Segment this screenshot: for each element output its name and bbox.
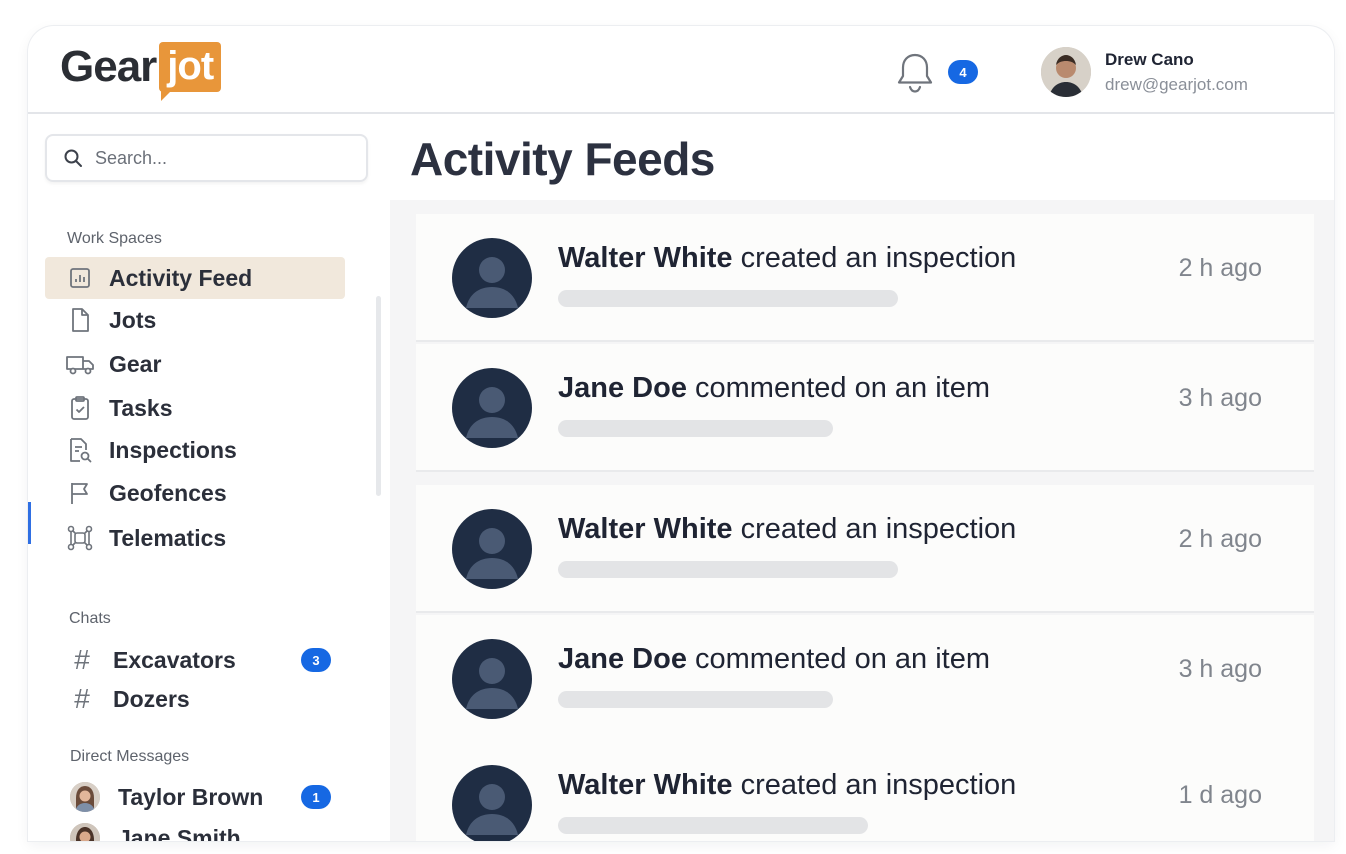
direct-messages-heading: Direct Messages [70,748,190,765]
chat-item-label: Dozers [113,685,190,712]
sidebar-scrollbar[interactable] [376,296,381,496]
feed-item-text: Jane Doe commented on an item [558,643,990,676]
sidebar-item-telematics[interactable]: Telematics [45,517,345,559]
truck-icon [65,349,95,379]
notification-badge: 4 [948,60,978,84]
dm-item-jane-smith[interactable]: Jane Smith [45,818,345,841]
avatar [452,368,532,448]
top-header: Gear jot 4 Drew Cano drew@gearjot.com [28,26,1334,114]
user-silhouette-icon [466,784,518,835]
dm-item-label: Taylor Brown [118,783,264,810]
avatar [452,765,532,841]
user-name: Drew Cano [1105,50,1194,69]
sidebar-item-tasks[interactable]: Tasks [45,387,345,429]
feed-item-text: Walter White created an inspection [558,242,1016,275]
hash-icon: # [74,683,90,714]
sidebar-item-activity-feed[interactable]: Activity Feed [45,257,345,299]
sidebar-item-jots[interactable]: Jots [45,299,345,341]
flag-icon [65,478,95,508]
document-search-icon [65,435,95,465]
dm-item-label: Jane Smith [118,824,241,842]
user-silhouette-icon [466,658,518,709]
feed-item-action: commented on an item [695,372,990,404]
feed-item-placeholder [558,817,868,834]
feed-item-text: Walter White created an inspection [558,769,1016,802]
user-silhouette-icon [466,257,518,308]
sidebar-item-label: Inspections [109,436,237,463]
feed-item-action: created an inspection [740,242,1017,274]
hash-icon: # [74,644,90,675]
search-input[interactable] [95,147,315,169]
feed-item-text: Walter White created an inspection [558,513,1016,546]
user-email: drew@gearjot.com [1105,75,1248,94]
user-avatar[interactable] [1041,47,1091,97]
sidebar: Work Spaces Activity Feed Jots Gear Task… [28,116,388,841]
feed-item-actor[interactable]: Walter White [558,769,733,801]
chat-item-dozers[interactable]: # Dozers [45,679,345,719]
avatar [70,823,100,841]
feed-item-actor[interactable]: Walter White [558,513,733,545]
feed-item-placeholder [558,290,898,307]
feed-item-placeholder [558,420,833,437]
user-silhouette-icon [466,528,518,579]
network-icon [65,523,95,553]
unread-badge: 3 [301,648,331,672]
logo-text-gear: Gear [60,42,157,91]
sidebar-item-label: Jots [109,306,157,333]
chats-heading: Chats [69,610,111,627]
sidebar-item-inspections[interactable]: Inspections [45,429,345,471]
feed-item-actor[interactable]: Jane Doe [558,643,687,675]
sidebar-item-label: Gear [109,350,162,377]
sidebar-item-label: Tasks [109,394,173,421]
app-window: Gear jot 4 Drew Cano drew@gearjot.com Se… [28,26,1334,841]
sidebar-item-label: Telematics [109,524,227,551]
avatar [70,782,100,812]
chat-item-label: Excavators [113,646,236,673]
workspaces-heading: Work Spaces [67,230,162,247]
chat-item-excavators[interactable]: # Excavators 3 [45,640,345,680]
feed-item-placeholder [558,691,833,708]
feed-item-action: created an inspection [740,513,1017,545]
edge-indicator [28,502,31,544]
feed-item-action: created an inspection [740,769,1017,801]
sidebar-item-label: Geofences [109,479,227,506]
document-icon [65,305,95,335]
sidebar-item-gear[interactable]: Gear [45,343,345,385]
bell-icon[interactable] [894,50,936,96]
feed-item[interactable]: Jane Doe commented on an item 3 h ago [416,615,1314,743]
sidebar-item-geofences[interactable]: Geofences [45,472,345,514]
feed-item[interactable]: Jane Doe commented on an item 3 h ago [416,344,1314,472]
gearjot-logo[interactable]: Gear jot [60,42,222,101]
avatar [452,509,532,589]
search-box[interactable] [45,134,368,182]
search-icon [64,149,82,167]
feed-item[interactable]: Walter White created an inspection 2 h a… [416,485,1314,613]
feed-item[interactable]: Walter White created an inspection 2 h a… [416,214,1314,342]
avatar [452,639,532,719]
feed-item-time: 1 d ago [1178,781,1262,809]
page-title: Activity Feeds [410,133,715,185]
user-silhouette-icon [466,387,518,438]
feed-item-text: Jane Doe commented on an item [558,372,990,405]
unread-badge: 1 [301,785,331,809]
logo-text-jot: jot [167,44,214,88]
feed-item-time: 2 h ago [1178,254,1262,282]
dm-item-taylor-brown[interactable]: Taylor Brown 1 [45,777,345,817]
bar-chart-icon [65,263,95,293]
clipboard-check-icon [65,393,95,423]
feed-item-time: 2 h ago [1178,525,1262,553]
feed-item-actor[interactable]: Jane Doe [558,372,687,404]
feed-item-actor[interactable]: Walter White [558,242,733,274]
feed-item-time: 3 h ago [1178,655,1262,683]
logo-badge: jot [159,42,222,101]
feed-item-placeholder [558,561,898,578]
sidebar-item-label: Activity Feed [109,264,253,291]
feed-item[interactable]: Walter White created an inspection 1 d a… [416,741,1314,841]
feed-item-action: commented on an item [695,643,990,675]
feed-item-time: 3 h ago [1178,384,1262,412]
avatar [452,238,532,318]
